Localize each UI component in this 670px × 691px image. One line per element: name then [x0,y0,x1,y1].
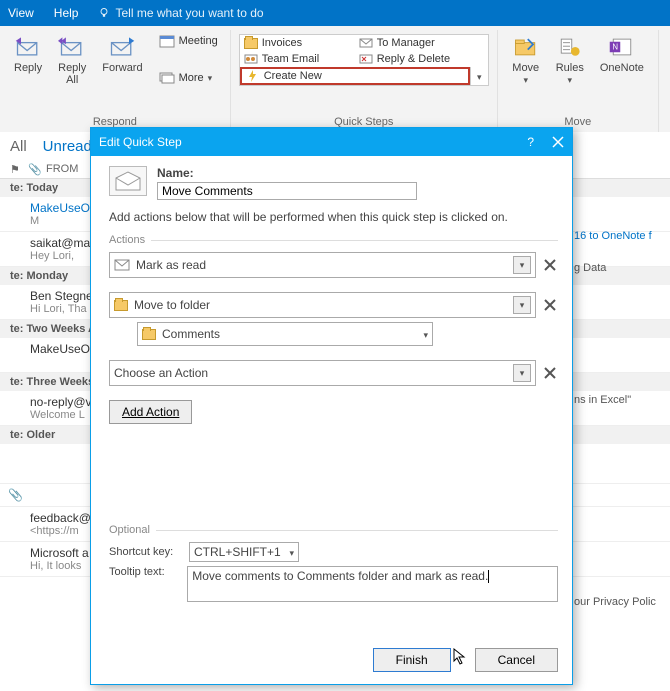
action-3-select[interactable]: Choose an Action [109,360,536,386]
qs-create-new[interactable]: Create New [240,67,470,85]
action-2-folder-select[interactable]: Comments [137,322,433,346]
group-tags: Unread/ Read [659,30,670,132]
chevron-down-icon [423,327,428,341]
create-new-label: Create New [264,70,322,82]
folder-icon [142,329,156,340]
delete-action-3-button[interactable] [542,365,558,381]
more-button[interactable]: More [155,70,222,86]
name-label: Name: [157,166,417,180]
flag-column-icon: ⚑ [10,163,24,176]
rules-button[interactable]: Rules [550,32,590,88]
edit-quick-step-dialog: Edit Quick Step ? Name: Add actions belo… [90,127,573,685]
onenote-icon: N [608,34,636,60]
app-titlebar: View Help Tell me what you want to do [0,0,670,26]
more-label: More [179,72,204,84]
team-icon [244,54,258,64]
reply-label: Reply [14,62,42,74]
pivot-all[interactable]: All [10,138,27,155]
tooltip-label: Tooltip text: [109,566,179,578]
attachment-icon: 📎 [8,488,23,502]
finish-button[interactable]: Finish [373,648,451,672]
forward-icon [108,34,136,60]
dialog-titlebar: Edit Quick Step ? [91,128,572,156]
reply-all-button[interactable]: Reply All [52,32,92,88]
instruction-text: Add actions below that will be performed… [109,210,558,224]
rules-icon [556,34,584,60]
reply-delete-icon [359,54,373,64]
name-input[interactable] [157,182,417,200]
optional-section-label: Optional [109,524,558,536]
folder-icon [114,300,128,311]
forward-small-icon [359,38,373,48]
cancel-button[interactable]: Cancel [475,648,558,672]
forward-button[interactable]: Forward [96,32,148,76]
chevron-down-icon [513,296,531,314]
qs-to-manager[interactable]: To Manager [355,35,470,51]
forward-label: Forward [102,62,142,74]
chevron-down-icon [477,69,482,83]
quick-steps-gallery: Invoices To Manager Team Email Reply & D… [239,34,489,86]
envelope-open-icon [115,171,141,191]
chevron-down-icon [208,72,213,84]
delete-action-1-button[interactable] [542,257,558,273]
cursor-icon [453,648,467,666]
mark-read-icon [114,259,130,271]
reply-all-label-l2: All [66,74,78,86]
reply-all-label-l1: Reply [58,62,86,74]
preview-snippets: 16 to OneNote f g Data ns in Excel" our … [574,170,664,608]
qs-gallery-dropdown[interactable] [470,67,488,85]
chevron-down-icon [523,74,528,86]
pivot-unread[interactable]: Unread [43,138,92,155]
attachment-column-icon: 📎 [28,163,42,176]
action-2-select[interactable]: Move to folder [109,292,536,318]
lightbulb-icon [98,7,110,19]
tab-view[interactable]: View [8,6,34,20]
dialog-help-button[interactable]: ? [527,135,534,149]
shortcut-label: Shortcut key: [109,546,181,558]
dialog-close-button[interactable] [552,136,564,148]
close-icon [552,136,564,148]
meeting-label: Meeting [179,35,218,47]
onenote-button[interactable]: N OneNote [594,32,650,76]
move-button[interactable]: Move [506,32,546,88]
chevron-down-icon [568,74,573,86]
add-action-button[interactable]: Add Action [109,400,192,424]
move-folder-icon [512,34,540,60]
ribbon: Reply Reply All Forward Meeting More [0,26,670,133]
more-icon [159,72,175,84]
group-respond: Reply Reply All Forward Meeting More [0,30,231,132]
meeting-button[interactable]: Meeting [155,32,222,50]
move-label: Move [512,62,539,74]
actions-section-label: Actions [109,234,558,246]
delete-action-2-button[interactable] [542,297,558,313]
onenote-label: OneNote [600,62,644,74]
folder-icon [244,38,258,49]
tell-me-search[interactable]: Tell me what you want to do [98,6,263,20]
dialog-title: Edit Quick Step [99,135,182,149]
tell-me-label: Tell me what you want to do [115,6,263,20]
svg-text:N: N [612,43,618,52]
qs-team-email[interactable]: Team Email [240,51,355,67]
group-quick-steps: Invoices To Manager Team Email Reply & D… [231,30,498,132]
shortcut-select[interactable]: CTRL+SHIFT+1 [189,542,299,562]
chevron-down-icon [513,364,531,382]
rules-label: Rules [556,62,584,74]
chevron-down-icon [513,256,531,274]
qs-invoices[interactable]: Invoices [240,35,355,51]
chevron-down-icon [289,545,294,559]
meeting-icon [159,34,175,48]
reply-icon [14,34,42,60]
tab-help[interactable]: Help [54,6,79,20]
action-1-select[interactable]: Mark as read [109,252,536,278]
lightning-icon [246,70,260,82]
reply-button[interactable]: Reply [8,32,48,76]
from-column-header[interactable]: FROM [46,163,78,176]
reply-all-icon [58,34,86,60]
group-move: Move Rules N OneNote Move [498,30,659,132]
quickstep-icon-picker[interactable] [109,166,147,196]
qs-reply-delete[interactable]: Reply & Delete [355,51,470,67]
tooltip-input[interactable]: Move comments to Comments folder and mar… [187,566,558,602]
